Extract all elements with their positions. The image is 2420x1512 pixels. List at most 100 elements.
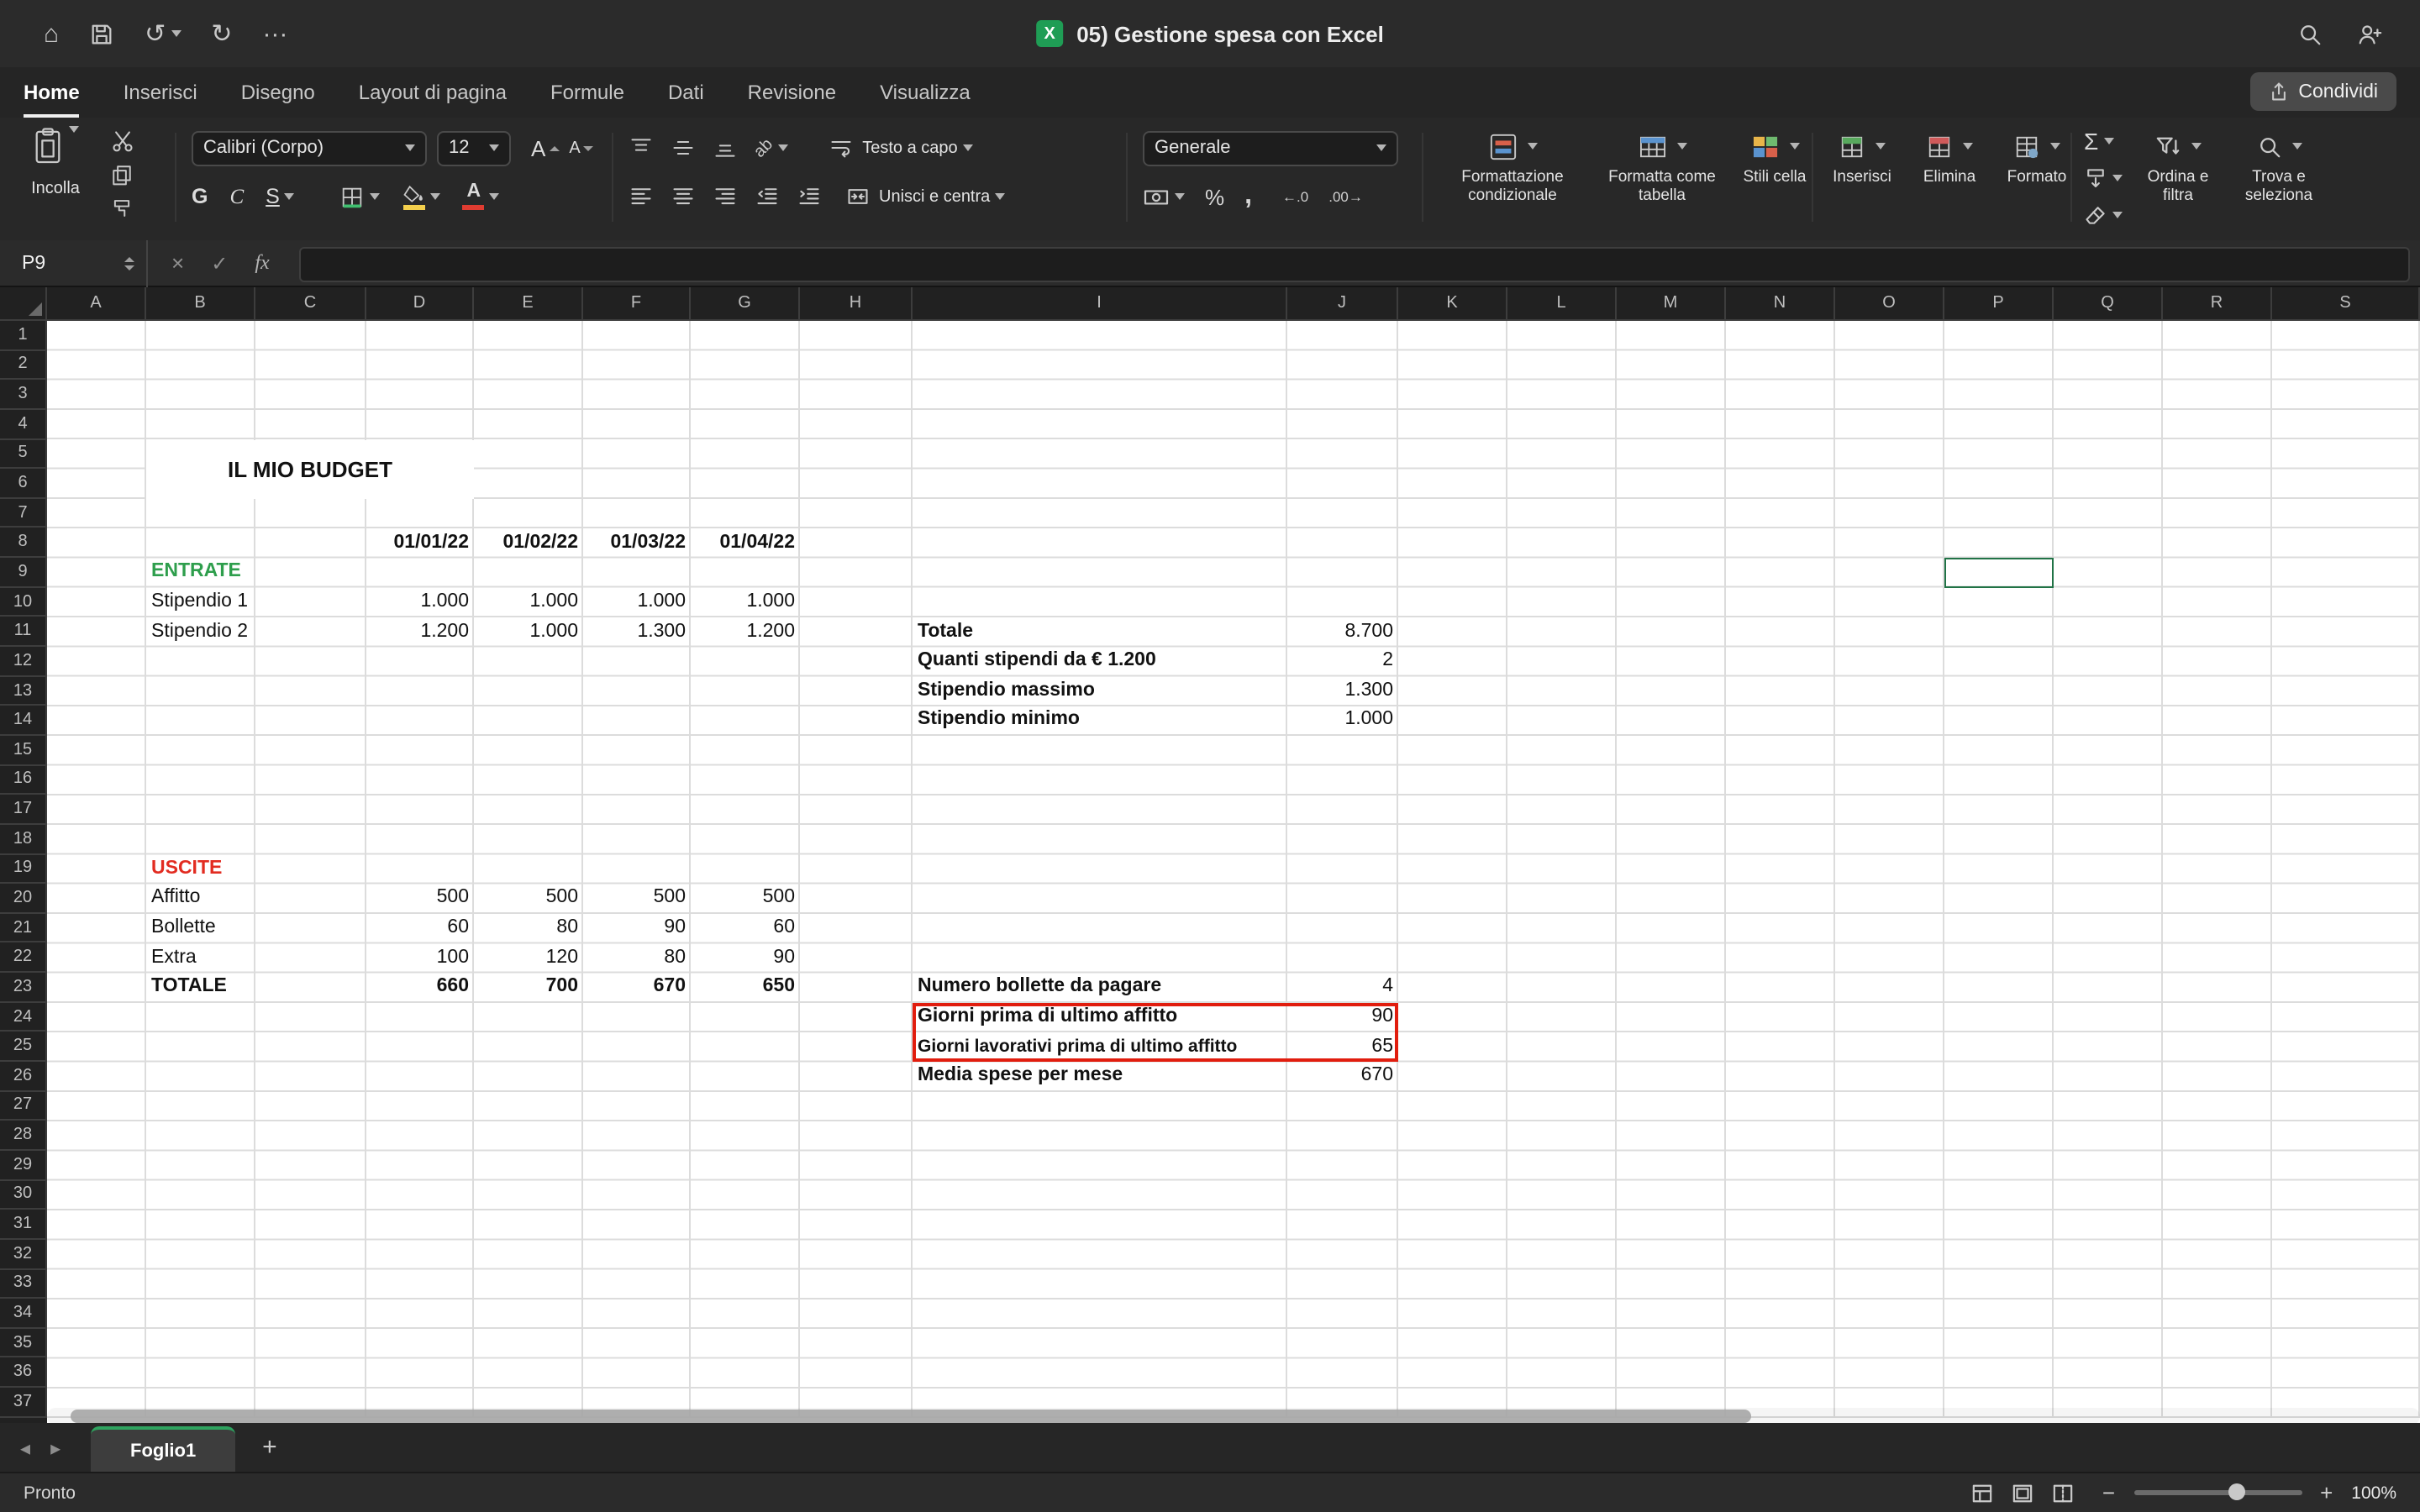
cell-I13[interactable]: Stipendio massimo <box>913 677 1287 706</box>
cell-F10[interactable]: 1.000 <box>583 588 691 617</box>
cell-G8[interactable]: 01/04/22 <box>691 528 800 558</box>
cell-E23[interactable]: 700 <box>474 974 583 1003</box>
next-sheet-icon[interactable]: ▸ <box>50 1437 60 1457</box>
cell-B11[interactable]: Stipendio 2 <box>146 617 255 647</box>
row-header-11[interactable]: 11 <box>0 617 47 647</box>
col-header-L[interactable]: L <box>1507 287 1617 321</box>
format-as-table-button[interactable]: Formatta come tabella <box>1603 126 1721 207</box>
tab-formule[interactable]: Formule <box>550 81 624 118</box>
undo-button[interactable]: ↺ <box>145 21 181 46</box>
cell-B10[interactable]: Stipendio 1 <box>146 588 255 617</box>
cell-D11[interactable]: 1.200 <box>366 617 474 647</box>
horizontal-scrollbar-thumb[interactable] <box>71 1410 1751 1423</box>
row-header-4[interactable]: 4 <box>0 410 47 439</box>
underline-button[interactable]: S <box>266 185 295 208</box>
decrease-decimal-button[interactable]: .00→ <box>1328 188 1363 205</box>
cell-E21[interactable]: 80 <box>474 914 583 943</box>
tab-visualizza[interactable]: Visualizza <box>880 81 971 118</box>
cell-I24[interactable]: Giorni prima di ultimo affitto <box>913 1003 1287 1032</box>
cell-J11[interactable]: 8.700 <box>1287 617 1398 647</box>
col-header-P[interactable]: P <box>1944 287 2054 321</box>
row-header-13[interactable]: 13 <box>0 676 47 706</box>
row-header-31[interactable]: 31 <box>0 1210 47 1239</box>
row-header-16[interactable]: 16 <box>0 765 47 795</box>
row-header-30[interactable]: 30 <box>0 1180 47 1210</box>
copy-button[interactable] <box>111 163 134 186</box>
col-header-G[interactable]: G <box>691 287 800 321</box>
cell-I12[interactable]: Quanti stipendi da € 1.200 <box>913 647 1287 676</box>
cells-area[interactable]: IL MIO BUDGET01/01/2201/02/2201/03/2201/… <box>47 321 2420 1423</box>
row-header-15[interactable]: 15 <box>0 736 47 765</box>
format-painter-button[interactable] <box>111 197 134 220</box>
more-icon[interactable]: ··· <box>262 21 287 46</box>
row-header-18[interactable]: 18 <box>0 825 47 854</box>
cell-D21[interactable]: 60 <box>366 914 474 943</box>
prev-sheet-icon[interactable]: ◂ <box>20 1437 30 1457</box>
cell-D8[interactable]: 01/01/22 <box>366 528 474 558</box>
cell-G23[interactable]: 650 <box>691 974 800 1003</box>
wrap-text-button[interactable]: Testo a capo <box>829 136 972 160</box>
cell-F20[interactable]: 500 <box>583 885 691 914</box>
tab-revisione[interactable]: Revisione <box>748 81 836 118</box>
tab-dati[interactable]: Dati <box>668 81 704 118</box>
increase-decimal-button[interactable]: ←.0 <box>1282 188 1308 205</box>
align-middle-button[interactable] <box>671 136 696 160</box>
cell-styles-button[interactable]: Stili cella <box>1738 126 1812 207</box>
cell-G11[interactable]: 1.200 <box>691 617 800 647</box>
conditional-formatting-button[interactable]: Formattazione condizionale <box>1439 126 1586 207</box>
row-header-19[interactable]: 19 <box>0 854 47 884</box>
find-select-button[interactable]: Trova e seleziona <box>2233 126 2324 230</box>
col-header-M[interactable]: M <box>1617 287 1726 321</box>
view-page-break-icon[interactable] <box>2052 1483 2074 1503</box>
italic-button[interactable]: C <box>229 184 244 209</box>
row-header-32[interactable]: 32 <box>0 1240 47 1269</box>
cell-F21[interactable]: 90 <box>583 914 691 943</box>
col-header-C[interactable]: C <box>255 287 366 321</box>
cell-E10[interactable]: 1.000 <box>474 588 583 617</box>
paste-button[interactable]: Incolla <box>17 126 94 220</box>
zoom-slider-thumb[interactable] <box>2228 1483 2244 1500</box>
cell-J23[interactable]: 4 <box>1287 974 1398 1003</box>
cell-J12[interactable]: 2 <box>1287 647 1398 676</box>
col-header-A[interactable]: A <box>47 287 146 321</box>
col-header-H[interactable]: H <box>800 287 913 321</box>
col-header-F[interactable]: F <box>583 287 691 321</box>
orientation-button[interactable]: ab <box>755 139 788 157</box>
cell-G10[interactable]: 1.000 <box>691 588 800 617</box>
cell-B21[interactable]: Bollette <box>146 914 255 943</box>
row-header-8[interactable]: 8 <box>0 528 47 558</box>
row-header-24[interactable]: 24 <box>0 1002 47 1032</box>
cell-B19[interactable]: USCITE <box>146 854 255 884</box>
font-color-button[interactable]: A <box>463 184 500 210</box>
select-all-corner[interactable] <box>0 287 47 321</box>
zoom-slider[interactable] <box>2133 1490 2302 1495</box>
row-header-12[interactable]: 12 <box>0 647 47 676</box>
row-header-1[interactable]: 1 <box>0 321 47 350</box>
cell-D23[interactable]: 660 <box>366 974 474 1003</box>
col-header-K[interactable]: K <box>1398 287 1507 321</box>
cell-B22[interactable]: Extra <box>146 943 255 973</box>
cell-E11[interactable]: 1.000 <box>474 617 583 647</box>
cell-B5[interactable]: IL MIO BUDGET <box>146 439 474 499</box>
col-header-I[interactable]: I <box>913 287 1287 321</box>
search-icon[interactable] <box>2297 21 2323 46</box>
fill-button[interactable] <box>2084 163 2123 193</box>
row-header-22[interactable]: 22 <box>0 943 47 973</box>
row-header-20[interactable]: 20 <box>0 884 47 913</box>
cut-button[interactable] <box>111 129 134 153</box>
clear-button[interactable] <box>2084 200 2123 230</box>
col-header-N[interactable]: N <box>1726 287 1835 321</box>
tab-home[interactable]: Home <box>24 81 80 118</box>
redo-button[interactable]: ↻ <box>211 21 232 46</box>
increase-font-size-button[interactable]: A <box>531 135 559 160</box>
cell-F8[interactable]: 01/03/22 <box>583 528 691 558</box>
col-header-S[interactable]: S <box>2272 287 2420 321</box>
home-icon[interactable]: ⌂ <box>44 21 59 46</box>
row-header-37[interactable]: 37 <box>0 1388 47 1417</box>
accounting-format-button[interactable] <box>1143 186 1185 207</box>
align-center-button[interactable] <box>671 185 696 208</box>
percent-style-button[interactable]: % <box>1205 184 1224 209</box>
sheet-tab-foglio1[interactable]: Foglio1 <box>91 1426 235 1472</box>
cell-G22[interactable]: 90 <box>691 943 800 973</box>
row-header-28[interactable]: 28 <box>0 1121 47 1151</box>
